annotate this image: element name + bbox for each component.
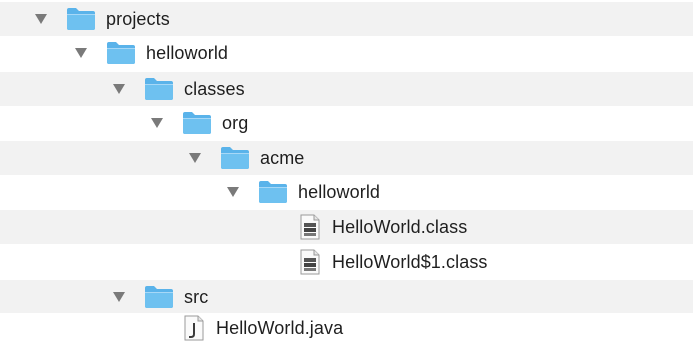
- folder-icon: [66, 7, 96, 31]
- tree-row-src[interactable]: src: [0, 280, 693, 314]
- tree-item-label: HelloWorld.class: [332, 216, 468, 237]
- tree-item-label: HelloWorld.java: [216, 317, 344, 338]
- class-file-icon: [298, 214, 322, 240]
- tree-row-helloworld-package[interactable]: helloworld: [0, 175, 693, 209]
- tree-row-helloworld[interactable]: helloworld: [0, 36, 693, 70]
- disclosure-triangle-down-icon[interactable]: [226, 185, 240, 199]
- tree-row-helloworld-java[interactable]: HelloWorld.java: [0, 313, 693, 343]
- folder-icon: [220, 146, 250, 170]
- tree-item-label: projects: [106, 8, 170, 29]
- disclosure-triangle-down-icon[interactable]: [112, 82, 126, 96]
- disclosure-triangle-down-icon[interactable]: [112, 290, 126, 304]
- tree-item-label: helloworld: [298, 181, 381, 202]
- tree-item-label: acme: [260, 147, 305, 168]
- folder-icon: [182, 111, 212, 135]
- disclosure-triangle-down-icon[interactable]: [150, 116, 164, 130]
- tree-item-label: org: [222, 112, 249, 133]
- tree-row-helloworld-class[interactable]: HelloWorld.class: [0, 210, 693, 244]
- tree-row-helloworld1-class[interactable]: HelloWorld$1.class: [0, 245, 693, 279]
- disclosure-triangle-down-icon[interactable]: [34, 12, 48, 26]
- disclosure-triangle-down-icon[interactable]: [74, 46, 88, 60]
- disclosure-triangle-down-icon[interactable]: [188, 151, 202, 165]
- tree-item-label: src: [184, 286, 209, 307]
- tree-item-label: HelloWorld$1.class: [332, 251, 488, 272]
- tree-row-classes[interactable]: classes: [0, 72, 693, 106]
- tree-row-projects[interactable]: projects: [0, 2, 693, 36]
- folder-icon: [106, 41, 136, 65]
- folder-icon: [144, 77, 174, 101]
- class-file-icon: [298, 249, 322, 275]
- tree-item-label: helloworld: [146, 42, 229, 63]
- folder-icon: [144, 285, 174, 309]
- folder-icon: [258, 180, 288, 204]
- file-tree: projects helloworld classes org acme hel…: [0, 0, 693, 343]
- tree-row-acme[interactable]: acme: [0, 141, 693, 175]
- tree-item-label: classes: [184, 78, 245, 99]
- java-file-icon: [182, 315, 206, 341]
- tree-row-org[interactable]: org: [0, 106, 693, 140]
